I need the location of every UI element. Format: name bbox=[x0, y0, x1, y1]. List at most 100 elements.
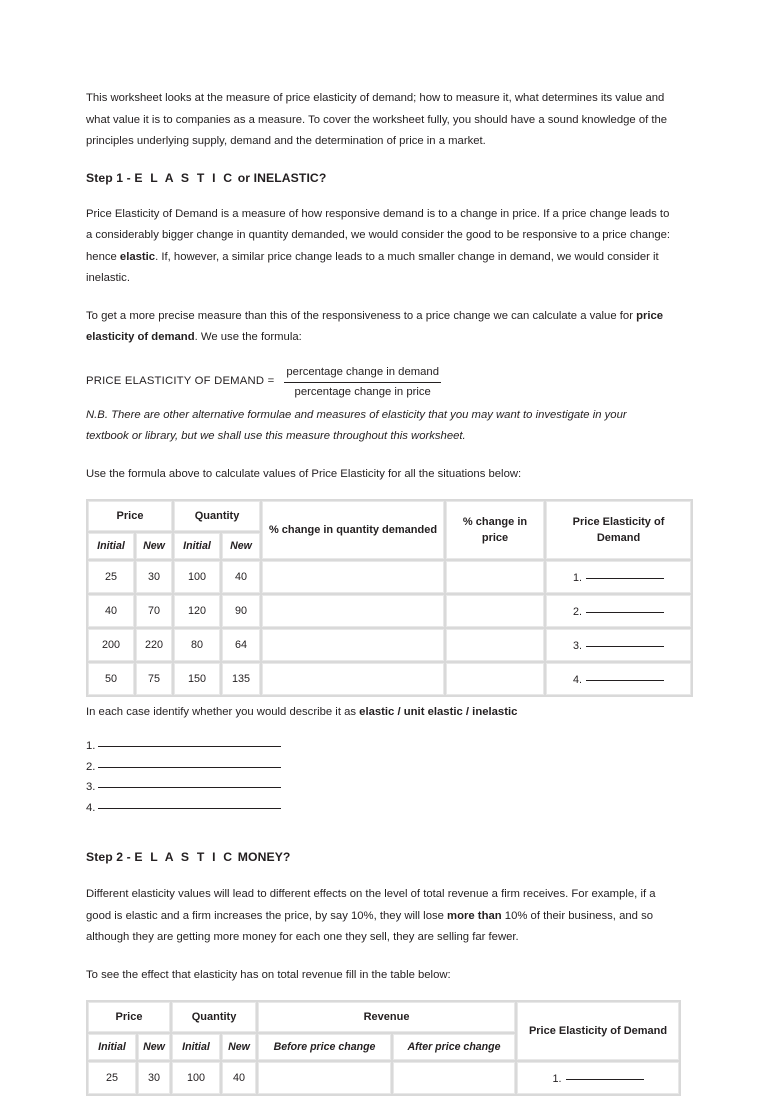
table-row: 50 75 150 135 4. bbox=[88, 663, 692, 695]
list-item[interactable]: 3. bbox=[86, 777, 684, 798]
header-quantity-new: New bbox=[222, 1034, 257, 1060]
answer-rule bbox=[98, 736, 282, 747]
cell-price-initial: 40 bbox=[88, 595, 134, 627]
cell-price-initial: 25 bbox=[88, 1062, 136, 1094]
step-1-heading-spaced: E L A S T I C bbox=[134, 170, 235, 185]
step-2-heading: Step 2 - E L A S T I C MONEY? bbox=[86, 850, 684, 864]
list-item[interactable]: 4. bbox=[86, 798, 684, 819]
cell-quantity-initial: 150 bbox=[174, 663, 221, 695]
ped-answer-wrap: 1. bbox=[573, 572, 665, 584]
cell-quantity-new: 135 bbox=[222, 663, 261, 695]
step-1-paragraph-1-part-b: . If, however, a similar price change le… bbox=[86, 250, 659, 285]
ped-answer-wrap: 3. bbox=[573, 640, 665, 652]
header-quantity: Quantity bbox=[174, 501, 261, 531]
worksheet-page: This worksheet looks at the measure of p… bbox=[0, 0, 768, 1096]
cell-quantity-new: 40 bbox=[222, 561, 261, 593]
elasticity-table: Price Quantity % change in quantity dema… bbox=[86, 499, 694, 697]
ped-answer-number: 2. bbox=[573, 606, 583, 618]
cell-revenue-before-input[interactable] bbox=[258, 1062, 392, 1094]
ped-answer-rule bbox=[586, 602, 665, 613]
header-price-new: New bbox=[136, 533, 173, 559]
ped-answer-wrap: 4. bbox=[573, 674, 665, 686]
header-price-elasticity-of-demand: Price Elasticity of Demand bbox=[546, 501, 692, 559]
header-revenue-before-price-change: Before price change bbox=[258, 1034, 392, 1060]
table-header-row-top: Price Quantity Revenue Price Elasticity … bbox=[88, 1002, 680, 1060]
cell-pct-change-quantity-input[interactable] bbox=[262, 629, 445, 661]
identify-instruction: In each case identify whether you would … bbox=[86, 702, 684, 722]
cell-price-elasticity-answer[interactable]: 4. bbox=[546, 663, 692, 695]
step-1-paragraph-2-part-b: . We use the formula: bbox=[194, 331, 302, 343]
cell-price-initial: 25 bbox=[88, 561, 134, 593]
cell-price-new: 220 bbox=[136, 629, 173, 661]
cell-pct-change-quantity-input[interactable] bbox=[262, 663, 445, 695]
cell-pct-change-price-input[interactable] bbox=[446, 595, 545, 627]
identify-instruction-bold: elastic / unit elastic / inelastic bbox=[359, 706, 518, 718]
formula-left-hand-side: PRICE ELASTICITY OF DEMAND = bbox=[86, 374, 275, 387]
answer-number: 3. bbox=[86, 781, 96, 793]
cell-price-new: 30 bbox=[136, 561, 173, 593]
cell-pct-change-price-input[interactable] bbox=[446, 629, 545, 661]
answer-blank-list: 1. 2. 3. 4. bbox=[86, 736, 684, 818]
nb-note: N.B. There are other alternative formula… bbox=[86, 408, 627, 443]
step-2-heading-prefix: Step 2 - bbox=[86, 850, 135, 864]
cell-price-new: 75 bbox=[136, 663, 173, 695]
cell-price-elasticity-answer[interactable]: 3. bbox=[546, 629, 692, 661]
cell-pct-change-quantity-input[interactable] bbox=[262, 561, 445, 593]
step-1-paragraph-2: To get a more precise measure than this … bbox=[86, 306, 671, 349]
header-price-initial: Initial bbox=[88, 1034, 136, 1060]
cell-quantity-new: 90 bbox=[222, 595, 261, 627]
answer-rule bbox=[98, 757, 282, 768]
ped-answer-number: 4. bbox=[573, 674, 583, 686]
header-quantity-initial: Initial bbox=[174, 533, 221, 559]
step-1-heading-prefix: Step 1 - bbox=[86, 170, 135, 185]
header-revenue: Revenue bbox=[258, 1002, 516, 1032]
header-quantity: Quantity bbox=[172, 1002, 257, 1032]
table-header-row-top: Price Quantity % change in quantity dema… bbox=[88, 501, 692, 559]
cell-pct-change-price-input[interactable] bbox=[446, 663, 545, 695]
header-quantity-new: New bbox=[222, 533, 261, 559]
step-1-instruction: Use the formula above to calculate value… bbox=[86, 467, 522, 480]
ped-answer-rule bbox=[565, 1069, 644, 1080]
header-price-new: New bbox=[138, 1034, 171, 1060]
step-2-heading-spaced: E L A S T I C bbox=[134, 850, 235, 864]
list-item[interactable]: 2. bbox=[86, 757, 684, 778]
cell-revenue-after-input[interactable] bbox=[393, 1062, 516, 1094]
header-pct-change-price: % change in price bbox=[446, 501, 545, 559]
header-quantity-initial: Initial bbox=[172, 1034, 221, 1060]
cell-pct-change-price-input[interactable] bbox=[446, 561, 545, 593]
list-item[interactable]: 1. bbox=[86, 736, 684, 757]
ped-answer-rule bbox=[586, 568, 665, 579]
table-row: 25 30 100 40 1. bbox=[88, 1062, 680, 1094]
ped-answer-rule bbox=[586, 670, 665, 681]
step-1-paragraph-1: Price Elasticity of Demand is a measure … bbox=[86, 204, 671, 290]
header-price-elasticity-of-demand: Price Elasticity of Demand bbox=[517, 1002, 680, 1060]
cell-pct-change-quantity-input[interactable] bbox=[262, 595, 445, 627]
cell-quantity-initial: 80 bbox=[174, 629, 221, 661]
step-1-heading-suffix: or INELASTIC? bbox=[234, 170, 327, 185]
ped-answer-number: 1. bbox=[573, 572, 583, 584]
answer-number: 1. bbox=[86, 740, 96, 752]
step-2-paragraph-1: Different elasticity values will lead to… bbox=[86, 884, 671, 949]
cell-quantity-initial: 120 bbox=[174, 595, 221, 627]
identify-instruction-text: In each case identify whether you would … bbox=[86, 706, 360, 718]
cell-quantity-new: 40 bbox=[222, 1062, 257, 1094]
ped-answer-rule bbox=[586, 636, 665, 647]
revenue-table: Price Quantity Revenue Price Elasticity … bbox=[86, 1000, 682, 1096]
step-2-heading-suffix: MONEY? bbox=[234, 850, 291, 864]
cell-price-elasticity-answer[interactable]: 1. bbox=[517, 1062, 680, 1094]
elasticity-formula: PRICE ELASTICITY OF DEMAND = percentage … bbox=[86, 363, 684, 401]
ped-answer-wrap: 2. bbox=[573, 606, 665, 618]
cell-quantity-new: 64 bbox=[222, 629, 261, 661]
step-2-paragraph-1-bold: more than bbox=[447, 909, 502, 922]
answer-number: 4. bbox=[86, 801, 96, 814]
cell-price-elasticity-answer[interactable]: 2. bbox=[546, 595, 692, 627]
formula-numerator: percentage change in demand bbox=[284, 364, 441, 383]
header-pct-change-quantity: % change in quantity demanded bbox=[262, 501, 445, 559]
answer-rule bbox=[98, 777, 282, 788]
answer-rule bbox=[98, 798, 282, 809]
cell-price-elasticity-answer[interactable]: 1. bbox=[546, 561, 692, 593]
intro-paragraph: This worksheet looks at the measure of p… bbox=[86, 92, 668, 147]
cell-price-initial: 50 bbox=[88, 663, 134, 695]
cell-price-new: 70 bbox=[136, 595, 173, 627]
ped-answer-number: 3. bbox=[573, 640, 583, 652]
